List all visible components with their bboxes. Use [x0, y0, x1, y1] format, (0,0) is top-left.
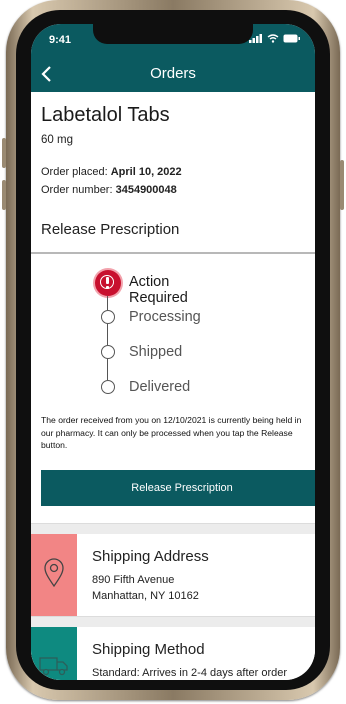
step-circle-icon	[101, 345, 115, 359]
order-number-value: 3454900048	[115, 184, 177, 196]
shipping-method-icon-tile	[31, 627, 77, 680]
order-number-row: Order number: 3454900048	[41, 184, 177, 196]
shipping-method-line1: Standard: Arrives in 2-4 days after orde…	[92, 667, 288, 679]
order-placed-label: Order placed:	[41, 166, 108, 178]
location-pin-icon	[44, 558, 64, 588]
release-prescription-button[interactable]: Release Prescription	[41, 470, 315, 506]
shipping-address-line1: 890 Fifth Avenue	[92, 574, 175, 586]
section-divider	[31, 252, 315, 254]
section-gap	[31, 616, 315, 627]
step-processing: Processing	[129, 309, 201, 325]
hold-notice: The order received from you on 12/10/202…	[41, 415, 302, 450]
truck-icon	[39, 657, 68, 676]
camera-notch	[93, 24, 253, 44]
shipping-address-line2: Manhattan, NY 10162	[92, 590, 199, 602]
shipping-address-icon-tile	[31, 534, 77, 616]
battery-icon	[283, 34, 300, 43]
power-button	[340, 160, 344, 210]
volume-down-button	[2, 180, 6, 210]
order-number-label: Order number:	[41, 184, 113, 196]
wifi-icon	[267, 34, 279, 43]
step-connector	[107, 359, 108, 380]
section-gap	[31, 523, 315, 534]
order-placed-row: Order placed: April 10, 2022	[41, 166, 182, 178]
step-shipped: Shipped	[129, 344, 183, 360]
screen: 9:41 Orders Labetalol Tabs 60 mg Order p…	[31, 24, 315, 680]
page-title: Orders	[150, 65, 196, 82]
step-circle-icon	[101, 380, 115, 394]
release-section-title: Release Prescription	[41, 221, 180, 238]
step-action-required: Action Required	[129, 274, 188, 306]
product-name: Labetalol Tabs	[41, 104, 170, 126]
step-circle-icon	[101, 310, 115, 324]
step-delivered: Delivered	[129, 379, 191, 395]
header-bar: 9:41 Orders	[31, 24, 315, 92]
shipping-method-card[interactable]: Shipping Method Standard: Arrives in 2-4…	[31, 627, 315, 680]
shipping-address-card[interactable]: Shipping Address 890 Fifth Avenue Manhat…	[31, 534, 315, 616]
status-time: 9:41	[49, 34, 72, 46]
signal-icon	[249, 34, 262, 43]
step-connector	[107, 324, 108, 345]
shipping-method-title: Shipping Method	[92, 641, 205, 658]
shipping-address-title: Shipping Address	[92, 548, 209, 565]
status-icons	[249, 34, 301, 43]
order-placed-value: April 10, 2022	[110, 166, 182, 178]
volume-up-button	[2, 138, 6, 168]
product-dose: 60 mg	[41, 134, 73, 146]
alert-icon	[95, 270, 121, 296]
step-connector	[107, 296, 108, 310]
